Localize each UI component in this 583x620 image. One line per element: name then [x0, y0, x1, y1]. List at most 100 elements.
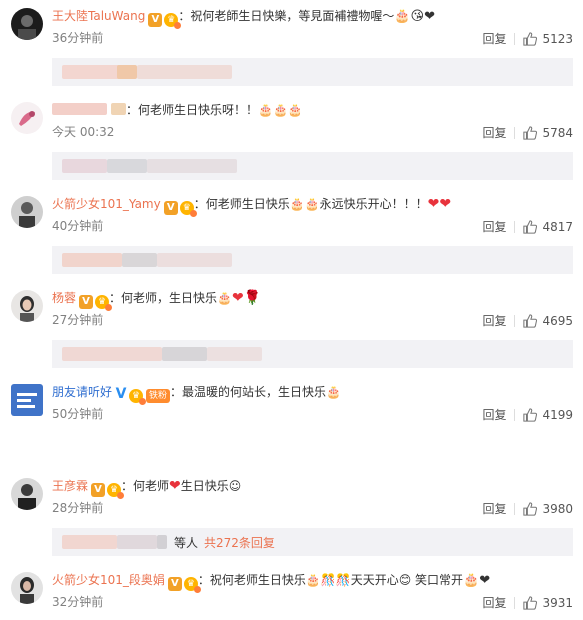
verified-v-icon: V	[91, 483, 106, 497]
heart-emoji: ❤❤	[427, 196, 452, 212]
username-blurred[interactable]	[52, 103, 107, 115]
reply-button[interactable]: 回复	[482, 500, 506, 517]
comment-body: 朋友请听好 V ♛ 铁粉 ：最温暖的何站长，生日快乐🎂	[52, 383, 341, 405]
like-button[interactable]: 5123	[523, 32, 573, 46]
thumbs-up-icon	[523, 125, 538, 140]
emoji-group: 🎂😘❤	[394, 9, 435, 24]
like-button[interactable]: 3931	[523, 596, 573, 610]
avatar-image	[11, 290, 43, 322]
like-button[interactable]: 4695	[523, 314, 573, 328]
divider	[514, 408, 516, 421]
crown-badge-icon: ♛	[107, 483, 125, 499]
comment-text-tail: 生日快乐☺	[180, 479, 242, 493]
comment-actions: 回复 3931	[482, 594, 573, 611]
avatar[interactable]	[11, 478, 43, 510]
thumbs-up-icon	[523, 313, 538, 328]
thumbs-up-icon	[523, 31, 538, 46]
reply-button[interactable]: 回复	[482, 594, 506, 611]
heart-emoji: ❤	[169, 478, 181, 494]
crown-badge-icon: ♛	[95, 295, 113, 311]
timestamp: 28分钟前	[52, 501, 104, 515]
timestamp: 40分钟前	[52, 219, 104, 233]
username-link[interactable]: 杨蓉	[52, 291, 76, 305]
sub-reply-box[interactable]	[52, 246, 573, 274]
comment-actions: 回复 4199	[482, 406, 573, 423]
username-link[interactable]: 火箭少女101_Yamy	[52, 197, 161, 211]
fan-badge: 铁粉	[146, 389, 171, 403]
divider	[514, 32, 516, 45]
comment-body: 王彦霖 V ♛ ：何老师❤生日快乐☺	[52, 477, 242, 499]
comment-actions: 回复 5123	[482, 30, 573, 47]
sub-reply-box[interactable]	[52, 152, 573, 180]
avatar[interactable]	[11, 102, 43, 134]
verified-v-icon: V	[163, 201, 178, 215]
thumbs-up-icon	[523, 501, 538, 516]
sub-reply-box[interactable]	[52, 58, 573, 86]
like-count: 3931	[542, 595, 573, 610]
crown-badge-icon: ♛	[164, 13, 182, 29]
avatar[interactable]	[11, 196, 43, 228]
verified-v-icon: V	[79, 295, 94, 309]
comment-body: 王大陸TaluWang V ♛ ：祝何老師生日快樂，等見面補禮物喔～🎂😘❤	[52, 7, 435, 29]
timestamp: 27分钟前	[52, 313, 104, 327]
timestamp: 今天 00:32	[52, 125, 115, 139]
avatar-image	[11, 8, 43, 40]
timestamp: 32分钟前	[52, 595, 104, 609]
comment-body: 火箭少女101_Yamy V ♛ ：何老师生日快乐🎂🎂永远快乐开心！！！❤❤	[52, 195, 452, 217]
comment-text: ：何老师生日快乐🎂🎂永远快乐开心！！！	[193, 197, 428, 211]
like-count: 3980	[542, 501, 573, 516]
avatar-image	[11, 384, 43, 416]
comment-actions: 回复 4695	[482, 312, 573, 329]
like-button[interactable]: 4199	[523, 408, 573, 422]
avatar-image	[11, 478, 43, 510]
comment-text: ：何老师，生日快乐🎂	[109, 291, 232, 305]
like-count: 5784	[542, 125, 573, 140]
thumbs-up-icon	[523, 595, 538, 610]
crown-badge-icon: ♛	[179, 201, 197, 217]
comment-actions: 回复 3980	[482, 500, 573, 517]
comment-actions: 回复 5784	[482, 124, 573, 141]
verified-v-icon: V	[167, 577, 182, 591]
comment-body: 杨蓉 V ♛ ：何老师，生日快乐🎂❤🌹	[52, 289, 261, 311]
crown-badge-icon: ♛	[129, 389, 147, 405]
verified-v-icon: V	[115, 386, 128, 402]
avatar-image	[11, 102, 43, 134]
sub-reply-box[interactable]: 等人 共272条回复	[52, 528, 573, 556]
reply-button[interactable]: 回复	[482, 406, 506, 423]
comment-text: ：祝何老師生日快樂，等見面補禮物喔～	[178, 9, 395, 23]
crown-badge-icon: ♛	[183, 577, 201, 593]
username-link[interactable]: 火箭少女101_段奥娟	[52, 573, 165, 587]
comment-text: ：最温暖的何站长，生日快乐🎂	[170, 385, 341, 399]
reply-button[interactable]: 回复	[482, 312, 506, 329]
sub-reply-more-prefix: 等人	[174, 536, 199, 550]
avatar[interactable]	[11, 290, 43, 322]
username-link[interactable]: 朋友请听好	[52, 385, 112, 399]
comment-text: ：何老师生日快乐呀！！🎂🎂🎂	[126, 103, 303, 117]
badge-blurred	[111, 103, 126, 115]
username-link[interactable]: 王大陸TaluWang	[52, 9, 145, 23]
sub-reply-box[interactable]	[52, 340, 573, 368]
avatar-image	[11, 196, 43, 228]
comment-text: ：何老师	[121, 479, 170, 493]
like-button[interactable]: 4817	[523, 220, 573, 234]
reply-button[interactable]: 回复	[482, 124, 506, 141]
comment-body: ：何老师生日快乐呀！！🎂🎂🎂	[52, 101, 303, 119]
like-button[interactable]: 5784	[523, 126, 573, 140]
thumbs-up-icon	[523, 219, 538, 234]
like-count: 4817	[542, 219, 573, 234]
sub-reply-more-link[interactable]: 共272条回复	[204, 534, 275, 551]
comment-actions: 回复 4817	[482, 218, 573, 235]
like-button[interactable]: 3980	[523, 502, 573, 516]
emoji-group: 🎂❤	[463, 573, 491, 588]
like-count: 4695	[542, 313, 573, 328]
reply-button[interactable]: 回复	[482, 30, 506, 47]
divider	[514, 126, 516, 139]
divider	[514, 596, 516, 609]
avatar[interactable]	[11, 8, 43, 40]
timestamp: 50分钟前	[52, 407, 104, 421]
avatar[interactable]	[11, 384, 43, 416]
avatar[interactable]	[11, 572, 43, 604]
comment-text: ：祝何老师生日快乐🎂🎊🎊天天开心😊 笑口常开	[197, 573, 464, 587]
reply-button[interactable]: 回复	[482, 218, 506, 235]
username-link[interactable]: 王彦霖	[52, 479, 88, 493]
